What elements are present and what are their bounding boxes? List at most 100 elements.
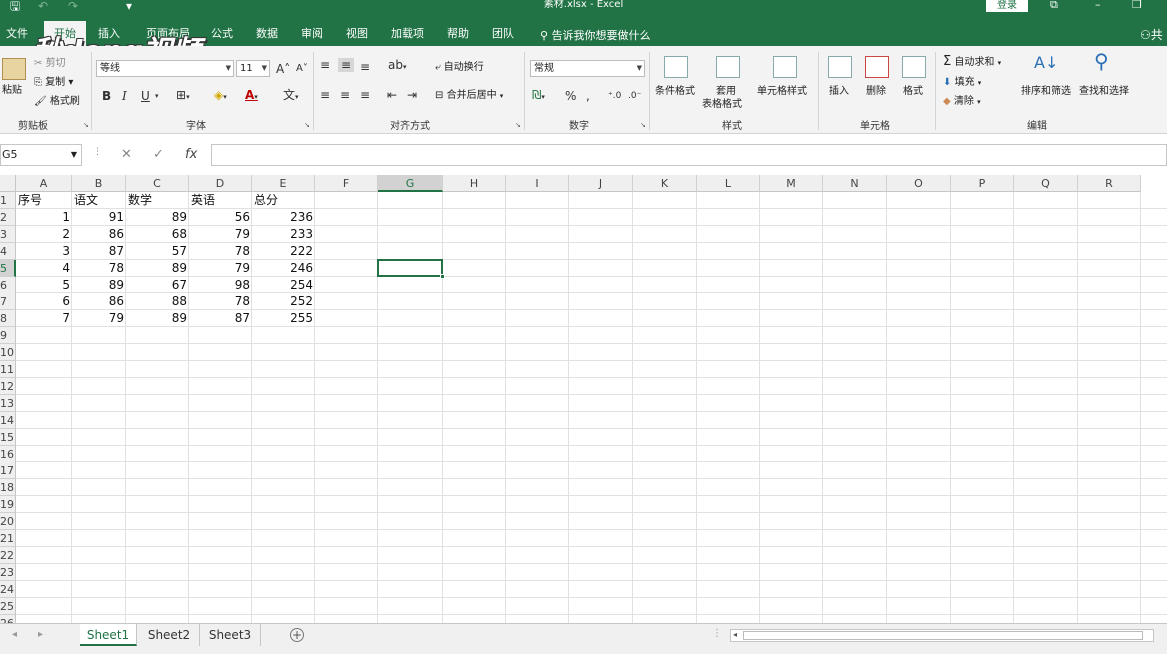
column-header-j[interactable]: J	[569, 175, 633, 192]
underline-dropdown-icon[interactable]: ▾	[155, 89, 159, 103]
select-all-corner[interactable]	[0, 175, 16, 192]
autosum-button[interactable]: Σ 自动求和 ▾	[943, 55, 1001, 69]
cell-styles-icon[interactable]	[773, 56, 797, 78]
data-cell[interactable]: 98	[189, 277, 252, 294]
data-cell[interactable]: 89	[72, 277, 126, 294]
row-header-10[interactable]: 10	[0, 344, 16, 362]
fill-button[interactable]: ⬇ 填充 ▾	[943, 77, 981, 89]
header-cell[interactable]: 英语	[189, 192, 252, 209]
align-bottom-icon[interactable]: ≡	[360, 60, 370, 74]
enter-icon[interactable]: ✓	[153, 147, 164, 162]
header-cell[interactable]: 语文	[72, 192, 126, 209]
decrease-indent-icon[interactable]: ⇤	[387, 88, 397, 102]
data-cell[interactable]: 4	[16, 260, 72, 277]
column-header-b[interactable]: B	[72, 175, 126, 192]
align-top-icon[interactable]: ≡	[320, 58, 330, 72]
phonetic-guide-icon[interactable]: 文▾	[283, 88, 299, 104]
bold-button[interactable]: B	[102, 89, 111, 103]
login-button[interactable]: 登录	[986, 0, 1028, 12]
insert-cells-icon[interactable]	[828, 56, 852, 78]
clipboard-launcher-icon[interactable]: ↘	[83, 121, 89, 129]
align-middle-icon[interactable]: ≡	[338, 58, 355, 72]
data-cell[interactable]: 87	[189, 310, 252, 327]
column-header-g[interactable]: G	[378, 175, 443, 192]
wrap-text-button[interactable]: ⤶ 自动换行	[435, 62, 484, 74]
paste-button[interactable]: 粘贴	[2, 85, 22, 97]
row-header-4[interactable]: 4	[0, 242, 16, 260]
prev-sheet-icon[interactable]: ◂	[12, 629, 17, 640]
data-cell[interactable]: 88	[126, 293, 189, 310]
scrollbar-thumb[interactable]	[743, 631, 1143, 640]
row-header-11[interactable]: 11	[0, 361, 16, 378]
conditional-formatting-icon[interactable]	[664, 56, 688, 78]
italic-button[interactable]: I	[122, 89, 127, 103]
sort-filter-button[interactable]: 排序和筛选	[1021, 86, 1071, 98]
increase-font-size-icon[interactable]: A˄	[276, 62, 290, 76]
sort-filter-icon[interactable]: A↓	[1034, 55, 1058, 71]
tab-data[interactable]: 数据	[256, 27, 278, 40]
data-cell[interactable]: 89	[126, 310, 189, 327]
data-cell[interactable]: 68	[126, 226, 189, 243]
tell-me-search[interactable]: ⚲ 告诉我你想要做什么	[540, 27, 651, 43]
sheet-tab-sheet1[interactable]: Sheet1	[80, 624, 137, 646]
find-icon[interactable]: ⚲	[1094, 51, 1109, 71]
row-header-26[interactable]: 26	[0, 614, 16, 623]
scroll-left-icon[interactable]: ◂	[733, 630, 737, 639]
column-header-l[interactable]: L	[697, 175, 760, 192]
ribbon-display-options-icon[interactable]: ⧉	[1050, 0, 1058, 10]
cancel-icon[interactable]: ✕	[121, 147, 132, 162]
column-header-c[interactable]: C	[126, 175, 189, 192]
column-header-p[interactable]: P	[951, 175, 1014, 192]
data-cell[interactable]: 255	[252, 310, 315, 327]
format-as-table-label-1[interactable]: 套用	[716, 86, 736, 98]
row-header-16[interactable]: 16	[0, 445, 16, 463]
row-header-22[interactable]: 22	[0, 546, 16, 564]
row-header-1[interactable]: 1	[0, 192, 16, 209]
fill-handle[interactable]	[440, 273, 445, 279]
data-cell[interactable]: 56	[189, 209, 252, 226]
restore-icon[interactable]: ❐	[1132, 0, 1142, 10]
cut-button[interactable]: ✂ 剪切	[34, 58, 66, 70]
row-header-9[interactable]: 9	[0, 327, 16, 345]
column-header-o[interactable]: O	[887, 175, 951, 192]
sheet-tab-sheet3[interactable]: Sheet3	[200, 624, 261, 646]
tab-formulas[interactable]: 公式	[211, 27, 233, 40]
number-launcher-icon[interactable]: ↘	[640, 121, 646, 129]
column-header-q[interactable]: Q	[1014, 175, 1078, 192]
data-cell[interactable]: 233	[252, 226, 315, 243]
data-cell[interactable]: 86	[72, 293, 126, 310]
worksheet-grid[interactable]: A B C D E F G H I J K L M N O P Q R 1 2 3 4 5 6 7 8 9 10 11 12 13 14 15 1…	[0, 175, 1167, 623]
column-header-f[interactable]: F	[315, 175, 378, 192]
data-cell[interactable]: 246	[252, 260, 315, 277]
data-cell[interactable]: 91	[72, 209, 126, 226]
column-header-n[interactable]: N	[823, 175, 887, 192]
data-cell[interactable]: 89	[126, 209, 189, 226]
row-header-25[interactable]: 25	[0, 597, 16, 615]
borders-icon[interactable]: ⊞▾	[176, 88, 190, 104]
row-header-13[interactable]: 13	[0, 394, 16, 412]
row-header-18[interactable]: 18	[0, 479, 16, 497]
tab-view[interactable]: 视图	[346, 27, 368, 40]
align-right-icon[interactable]: ≡	[360, 88, 370, 102]
header-cell[interactable]: 总分	[252, 192, 315, 209]
underline-button[interactable]: U	[141, 89, 150, 103]
font-name-select[interactable]: 等线 ▼	[96, 60, 234, 77]
data-cell[interactable]: 222	[252, 243, 315, 260]
data-cell[interactable]: 57	[126, 243, 189, 260]
row-header-23[interactable]: 23	[0, 563, 16, 581]
increase-decimal-icon[interactable]: ⁺.0	[608, 89, 621, 103]
tab-addins[interactable]: 加载项	[391, 27, 424, 40]
format-cells-icon[interactable]	[902, 56, 926, 78]
name-box-dropdown-icon[interactable]: ▼	[71, 145, 77, 165]
paste-icon[interactable]	[2, 58, 26, 80]
delete-cells-icon[interactable]	[865, 56, 889, 78]
insert-cells-button[interactable]: 插入	[829, 86, 849, 98]
column-header-d[interactable]: D	[189, 175, 252, 192]
row-header-17[interactable]: 17	[0, 462, 16, 480]
column-header-m[interactable]: M	[760, 175, 823, 192]
tab-review[interactable]: 审阅	[301, 27, 323, 40]
data-cell[interactable]: 6	[16, 293, 72, 310]
data-cell[interactable]: 7	[16, 310, 72, 327]
copy-button[interactable]: ⎘ 复制 ▾	[34, 77, 73, 89]
minimize-icon[interactable]: –	[1095, 0, 1101, 10]
